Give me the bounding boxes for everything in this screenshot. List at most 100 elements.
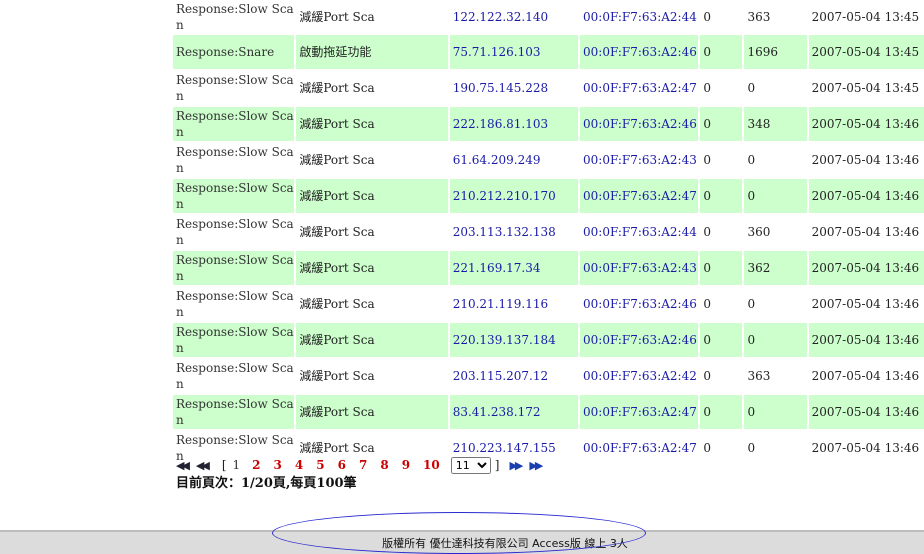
row-type-cell: Response:Slow Scan xyxy=(173,0,295,35)
table-row: Response:Slow Scan 減緩Port Sca 222.186.81.1… xyxy=(173,107,924,143)
page-link[interactable]: 9 xyxy=(402,458,410,472)
page-link[interactable]: 8 xyxy=(380,458,388,472)
row-time-cell: 2007-05-04 13:45 xyxy=(808,35,924,71)
row-ip-link[interactable]: 122.122.32.140 xyxy=(449,0,579,35)
table-row: Response:Slow Scan 減緩Port Sca 210.21.119.1… xyxy=(173,287,924,323)
row-mac-link[interactable]: 00:0F:F7:63:A2:47 xyxy=(580,431,699,467)
row-mac-link[interactable]: 00:0F:F7:63:A2:47 xyxy=(580,395,699,431)
row-type-cell: Response:Slow Scan xyxy=(173,179,295,215)
row-count-cell: 0 xyxy=(700,179,743,215)
log-table-body: Response:Slow Scan 減緩Port Sca 122.122.32.1… xyxy=(173,0,924,467)
row-ip-link[interactable]: 83.41.238.172 xyxy=(449,395,579,431)
row-value-cell: 0 xyxy=(744,431,807,467)
row-count-cell: 0 xyxy=(700,143,743,179)
row-ip-link[interactable]: 190.75.145.228 xyxy=(449,71,579,107)
row-type-cell: Response:Snare xyxy=(173,35,295,71)
row-action-cell: 啟動拖延功能 xyxy=(296,35,448,71)
table-row: Response:Slow Scan 減緩Port Sca 61.64.209.24… xyxy=(173,143,924,179)
row-time-cell: 2007-05-04 13:46 xyxy=(808,179,924,215)
table-row: Response:Slow Scan 減緩Port Sca 203.115.207.… xyxy=(173,359,924,395)
row-mac-link[interactable]: 00:0F:F7:63:A2:46 xyxy=(580,323,699,359)
row-time-cell: 2007-05-04 13:46 xyxy=(808,143,924,179)
row-value-cell: 0 xyxy=(744,143,807,179)
next-page-icon[interactable]: ▶▶ xyxy=(509,459,523,472)
row-action-cell: 減緩Port Sca xyxy=(296,179,448,215)
row-action-cell: 減緩Port Sca xyxy=(296,71,448,107)
row-count-cell: 0 xyxy=(700,431,743,467)
row-type-cell: Response:Slow Scan xyxy=(173,251,295,287)
page-link[interactable]: 2 xyxy=(252,458,260,472)
row-ip-link[interactable]: 220.139.137.184 xyxy=(449,323,579,359)
row-count-cell: 0 xyxy=(700,107,743,143)
annotation-ellipse xyxy=(272,512,646,554)
current-page-number: 1 xyxy=(232,458,241,472)
row-ip-link[interactable]: 203.115.207.12 xyxy=(449,359,579,395)
last-page-icon[interactable]: ▶▶ xyxy=(529,459,543,472)
row-value-cell: 0 xyxy=(744,323,807,359)
row-ip-link[interactable]: 61.64.209.249 xyxy=(449,143,579,179)
row-count-cell: 0 xyxy=(700,287,743,323)
row-ip-link[interactable]: 75.71.126.103 xyxy=(449,35,579,71)
row-count-cell: 0 xyxy=(700,0,743,35)
row-action-cell: 減緩Port Sca xyxy=(296,143,448,179)
row-action-cell: 減緩Port Sca xyxy=(296,107,448,143)
row-mac-link[interactable]: 00:0F:F7:63:A2:46 xyxy=(580,35,699,71)
row-mac-link[interactable]: 00:0F:F7:63:A2:43 xyxy=(580,143,699,179)
row-time-cell: 2007-05-04 13:46 xyxy=(808,107,924,143)
row-mac-link[interactable]: 00:0F:F7:63:A2:46 xyxy=(580,107,699,143)
row-value-cell: 0 xyxy=(744,287,807,323)
page-link[interactable]: 6 xyxy=(338,458,346,472)
row-time-cell: 2007-05-04 13:45 xyxy=(808,71,924,107)
page-link[interactable]: 5 xyxy=(316,458,324,472)
page-link[interactable]: 7 xyxy=(359,458,367,472)
row-mac-link[interactable]: 00:0F:F7:63:A2:44 xyxy=(580,0,699,35)
row-value-cell: 362 xyxy=(744,251,807,287)
page-link[interactable]: 4 xyxy=(295,458,303,472)
row-mac-link[interactable]: 00:0F:F7:63:A2:47 xyxy=(580,179,699,215)
prev-page-icon[interactable]: ◀◀ xyxy=(196,459,210,472)
row-action-cell: 減緩Port Sca xyxy=(296,215,448,251)
row-action-cell: 減緩Port Sca xyxy=(296,251,448,287)
row-value-cell: 363 xyxy=(744,0,807,35)
table-row: Response:Slow Scan 減緩Port Sca 190.75.145.2… xyxy=(173,71,924,107)
row-type-cell: Response:Slow Scan xyxy=(173,71,295,107)
row-ip-link[interactable]: 222.186.81.103 xyxy=(449,107,579,143)
row-time-cell: 2007-05-04 13:46 xyxy=(808,359,924,395)
row-value-cell: 0 xyxy=(744,71,807,107)
row-value-cell: 363 xyxy=(744,359,807,395)
row-type-cell: Response:Slow Scan xyxy=(173,359,295,395)
first-page-icon[interactable]: ◀◀ xyxy=(176,459,190,472)
page-select[interactable]: 11 xyxy=(450,456,491,474)
row-mac-link[interactable]: 00:0F:F7:63:A2:47 xyxy=(580,71,699,107)
row-action-cell: 減緩Port Sca xyxy=(296,0,448,35)
row-count-cell: 0 xyxy=(700,323,743,359)
row-action-cell: 減緩Port Sca xyxy=(296,287,448,323)
log-table: Response:Slow Scan 減緩Port Sca 122.122.32.1… xyxy=(171,0,924,467)
row-mac-link[interactable]: 00:0F:F7:63:A2:46 xyxy=(580,287,699,323)
row-value-cell: 0 xyxy=(744,179,807,215)
row-mac-link[interactable]: 00:0F:F7:63:A2:44 xyxy=(580,215,699,251)
table-row: Response:Slow Scan 減緩Port Sca 203.113.132.… xyxy=(173,215,924,251)
table-row: Response:Slow Scan 減緩Port Sca 220.139.137.… xyxy=(173,323,924,359)
row-count-cell: 0 xyxy=(700,359,743,395)
row-ip-link[interactable]: 210.212.210.170 xyxy=(449,179,579,215)
page-open-bracket: [ xyxy=(221,458,227,472)
row-time-cell: 2007-05-04 13:46 xyxy=(808,287,924,323)
row-value-cell: 1696 xyxy=(744,35,807,71)
page-link[interactable]: 10 xyxy=(423,458,440,472)
page-link[interactable]: 3 xyxy=(274,458,282,472)
row-ip-link[interactable]: 210.21.119.116 xyxy=(449,287,579,323)
row-type-cell: Response:Slow Scan xyxy=(173,107,295,143)
row-type-cell: Response:Slow Scan xyxy=(173,395,295,431)
row-value-cell: 0 xyxy=(744,395,807,431)
row-ip-link[interactable]: 203.113.132.138 xyxy=(449,215,579,251)
row-action-cell: 減緩Port Sca xyxy=(296,323,448,359)
row-type-cell: Response:Slow Scan xyxy=(173,323,295,359)
row-time-cell: 2007-05-04 13:46 xyxy=(808,395,924,431)
table-row: Response:Slow Scan 減緩Port Sca 83.41.238.17… xyxy=(173,395,924,431)
table-row: Response:Slow Scan 減緩Port Sca 221.169.17.3… xyxy=(173,251,924,287)
row-mac-link[interactable]: 00:0F:F7:63:A2:43 xyxy=(580,251,699,287)
row-mac-link[interactable]: 00:0F:F7:63:A2:42 xyxy=(580,359,699,395)
row-time-cell: 2007-05-04 13:46 xyxy=(808,431,924,467)
row-ip-link[interactable]: 221.169.17.34 xyxy=(449,251,579,287)
